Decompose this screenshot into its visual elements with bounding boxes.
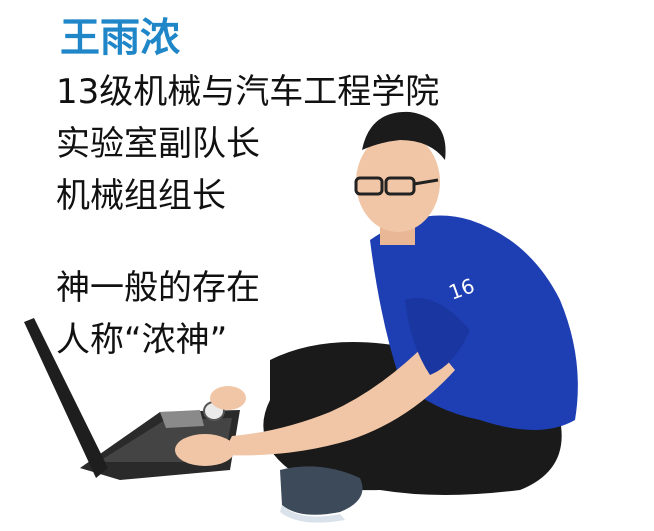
profile-line-group: 机械组组长 <box>56 176 226 216</box>
laptop-trackpad <box>160 410 204 428</box>
tagline-1: 神一般的存在 <box>56 268 260 308</box>
hand-mouse <box>210 386 246 410</box>
person-name: 王雨浓 <box>60 15 180 61</box>
poster: 16 王雨浓 13级机械与汽车工程学院 实验室副队长 机械组组长 神一般的存在 … <box>0 0 654 531</box>
profile-line-class: 13级机械与汽车工程学院 <box>56 72 440 112</box>
profile-text: 王雨浓 13级机械与汽车工程学院 实验室副队长 机械组组长 神一般的存在 人称“… <box>56 14 439 366</box>
profile-line-role: 实验室副队长 <box>56 124 260 164</box>
hand <box>175 434 235 466</box>
tagline-2: 人称“浓神” <box>56 320 228 360</box>
